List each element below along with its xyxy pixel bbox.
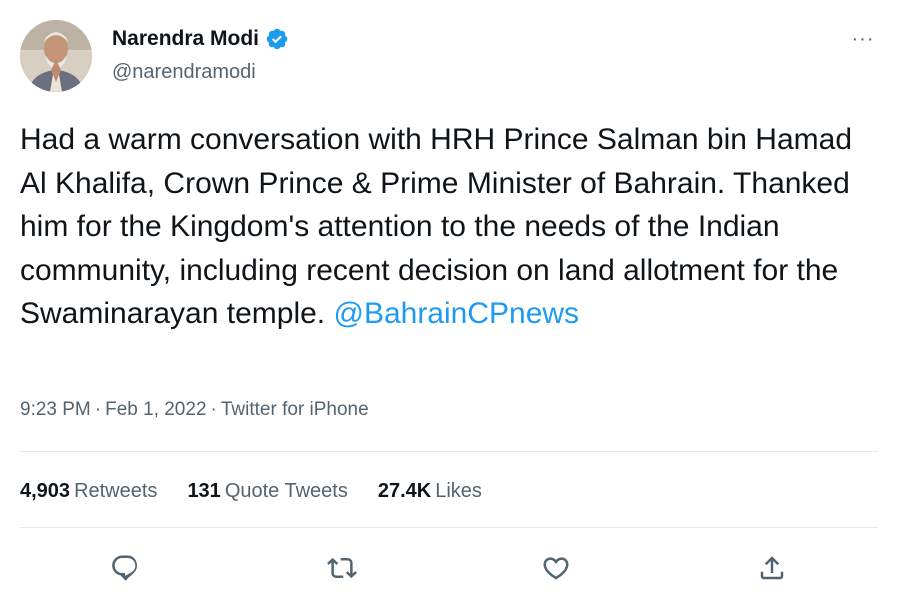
- like-button[interactable]: [536, 548, 576, 588]
- author-name-row: Narendra Modi: [112, 26, 289, 52]
- author-display-name[interactable]: Narendra Modi: [112, 26, 259, 52]
- tweet-source[interactable]: Twitter for iPhone: [221, 399, 369, 420]
- tweet-stats: 4,903 Retweets 131 Quote Tweets 27.4K Likes: [20, 478, 482, 504]
- like-icon: [543, 557, 569, 580]
- divider: [20, 451, 878, 452]
- tweet-metadata: 9:23 PM · Feb 1, 2022 · Twitter for iPhone: [20, 397, 369, 423]
- quote-tweets-stat[interactable]: 131 Quote Tweets: [187, 478, 347, 504]
- retweet-icon: [327, 557, 357, 579]
- reply-icon: [112, 555, 138, 581]
- divider: [20, 527, 878, 528]
- tweet-text: Had a warm conversation with HRH Prince …: [20, 118, 880, 336]
- reply-button[interactable]: [105, 548, 145, 588]
- more-options-icon: ···: [851, 27, 875, 50]
- verified-badge-icon: [265, 27, 289, 51]
- tweet-time[interactable]: 9:23 PM: [20, 399, 91, 420]
- meta-separator: ·: [94, 399, 102, 420]
- likes-label: Likes: [435, 480, 482, 502]
- mention-link[interactable]: @BahrainCPnews: [333, 297, 579, 330]
- meta-separator: ·: [210, 399, 217, 420]
- tweet-card: Narendra Modi @narendramodi ··· Had a wa…: [0, 0, 900, 600]
- retweets-stat[interactable]: 4,903 Retweets: [20, 478, 157, 504]
- share-icon: [760, 556, 784, 580]
- avatar-image: [20, 20, 92, 92]
- tweet-actions: [0, 548, 900, 588]
- quote-tweets-label: Quote Tweets: [224, 480, 348, 502]
- tweet-date[interactable]: Feb 1, 2022: [105, 399, 206, 420]
- quote-tweets-count: 131: [187, 480, 221, 502]
- author-handle[interactable]: @narendramodi: [112, 60, 256, 84]
- share-button[interactable]: [752, 548, 792, 588]
- more-options-button[interactable]: ···: [848, 26, 878, 52]
- retweets-count: 4,903: [20, 480, 71, 502]
- avatar[interactable]: [20, 20, 92, 92]
- retweet-button[interactable]: [322, 548, 362, 588]
- retweets-label: Retweets: [74, 480, 158, 502]
- likes-stat[interactable]: 27.4K Likes: [378, 478, 482, 504]
- likes-count: 27.4K: [377, 480, 432, 502]
